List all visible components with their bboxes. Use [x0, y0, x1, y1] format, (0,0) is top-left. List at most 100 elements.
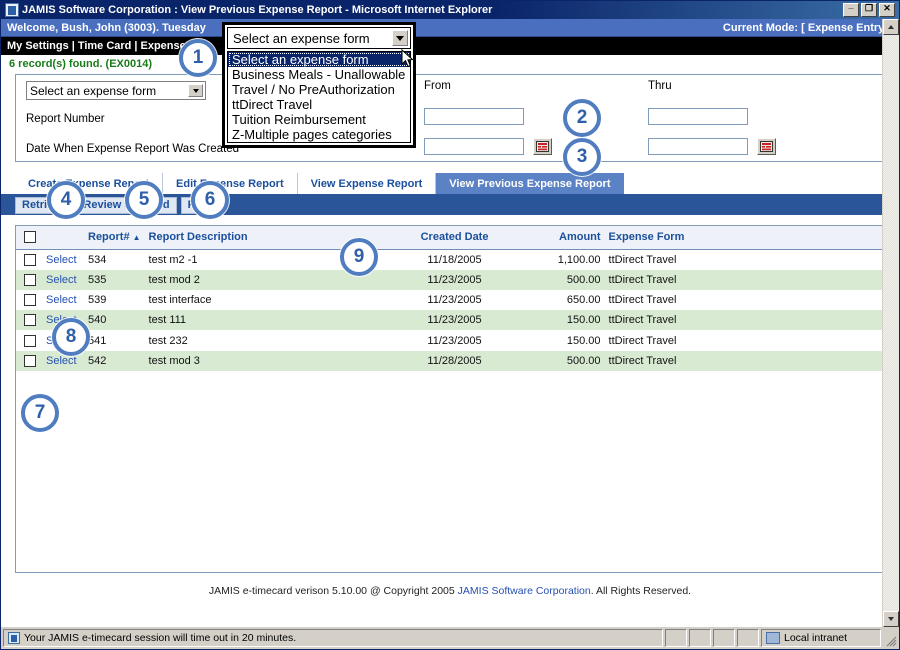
table-row[interactable]: Select 540 test 111 11/23/2005 150.00 tt… [16, 310, 884, 331]
table-row[interactable]: Select 542 test mod 3 11/28/2005 500.00 … [16, 350, 884, 371]
row-checkbox-cell[interactable] [16, 290, 42, 310]
cell-report-description: test 111 [144, 310, 395, 331]
welcome-bar: Welcome, Bush, John (3003). Tuesday Curr… [1, 19, 899, 37]
page-scrollbar[interactable] [882, 19, 899, 627]
dropdown-option-travel-no-preauthorization[interactable]: Travel / No PreAuthorization [228, 82, 410, 97]
scroll-up-button[interactable] [883, 19, 899, 35]
row-checkbox[interactable] [24, 294, 36, 307]
select-link[interactable]: Select [46, 355, 77, 367]
minimize-button[interactable]: _ [843, 0, 859, 17]
tab-view-expense-report[interactable]: View Expense Report [297, 173, 437, 194]
dropdown-option-ttdirect-travel[interactable]: ttDirect Travel [228, 97, 410, 112]
table-row[interactable]: Select 535 test mod 2 11/23/2005 500.00 … [16, 270, 884, 291]
row-checkbox-cell[interactable] [16, 310, 42, 331]
date-thru-input[interactable] [648, 138, 748, 155]
resize-grip[interactable] [883, 629, 897, 647]
row-checkbox-cell[interactable] [16, 330, 42, 350]
expense-form-select[interactable]: Select an expense form [26, 81, 206, 100]
nav-item-time-card[interactable]: Time Card [78, 40, 132, 52]
report-number-label: Report Number [26, 113, 105, 125]
records-found-message: 6 record(s) found. (EX0014) [1, 55, 899, 74]
from-label: From [424, 80, 451, 92]
row-checkbox[interactable] [24, 274, 36, 287]
tab-view-previous-expense-report[interactable]: View Previous Expense Report [436, 173, 624, 194]
maximize-button[interactable]: ❐ [861, 3, 877, 17]
calendar-icon [760, 141, 773, 152]
report-number-from-input[interactable] [424, 108, 524, 125]
tab-edit-expense-report[interactable]: Edit Expense Report [163, 173, 298, 194]
chevron-down-icon[interactable] [392, 30, 408, 46]
dropdown-option-tuition-reimbursement[interactable]: Tuition Reimbursement [228, 112, 410, 127]
nav-separator-2: | [134, 40, 138, 52]
cell-report-number: 539 [88, 294, 107, 307]
scroll-down-button[interactable] [883, 611, 899, 627]
row-select-cell[interactable]: Select [42, 290, 84, 310]
cell-created-date: 11/18/2005 [427, 254, 482, 267]
chevron-down-icon[interactable] [188, 84, 203, 97]
cell-created-date: 11/23/2005 [427, 294, 482, 307]
table-row[interactable]: Select 539 test interface 11/23/2005 650… [16, 290, 884, 310]
row-checkbox-cell[interactable] [16, 270, 42, 291]
row-checkbox[interactable] [24, 354, 36, 367]
page-viewport: Welcome, Bush, John (3003). Tuesday Curr… [1, 19, 899, 627]
cell-expense-form: ttDirect Travel [608, 254, 677, 267]
calendar-icon-from-button[interactable] [533, 138, 552, 155]
select-link[interactable]: Select [46, 254, 77, 266]
nav-separator-1: | [71, 40, 75, 52]
select-link[interactable]: Select [46, 274, 77, 286]
row-checkbox[interactable] [24, 334, 36, 347]
row-checkbox[interactable] [24, 314, 36, 327]
cell-amount: 500.00 [514, 350, 605, 371]
dropdown-option-business-meals-unallowable[interactable]: Business Meals - Unallowable [228, 67, 410, 82]
dropdown-option-list[interactable]: Select an expense form Business Meals - … [227, 51, 411, 143]
select-link[interactable]: Select [46, 294, 77, 306]
dropdown-option-select-an-expense-form[interactable]: Select an expense form [228, 52, 410, 67]
callout-4: 4 [47, 181, 85, 219]
row-checkbox[interactable] [24, 254, 36, 267]
status-bar: Your JAMIS e-timecard session will time … [1, 627, 899, 649]
search-criteria-panel-wrap: Select an expense form Report Number Dat… [1, 74, 899, 162]
callout-8: 8 [52, 318, 90, 356]
browser-window: JAMIS Software Corporation : View Previo… [0, 0, 900, 650]
chevron-up-icon [888, 25, 894, 29]
cell-report-number: 535 [84, 270, 145, 291]
header-report-number[interactable]: Report# ▲ [84, 226, 145, 251]
callout-2: 2 [563, 99, 601, 137]
report-number-thru-input[interactable] [648, 108, 748, 125]
status-message: Your JAMIS e-timecard session will time … [24, 632, 297, 644]
status-message-pane: Your JAMIS e-timecard session will time … [3, 629, 663, 647]
header-report-number-label: Report# [88, 231, 130, 244]
results-table-card: Report# ▲ Report Description Created Dat… [15, 225, 885, 573]
table-header-row: Report# ▲ Report Description Created Dat… [16, 226, 884, 251]
calendar-icon-thru-button[interactable] [757, 138, 776, 155]
callout-7: 7 [21, 394, 59, 432]
header-select-all[interactable] [16, 226, 42, 251]
close-button[interactable]: ✕ [879, 3, 895, 17]
row-checkbox-cell[interactable] [16, 350, 42, 371]
row-checkbox-cell[interactable] [16, 250, 42, 271]
page-icon [8, 632, 20, 644]
security-zone-pane[interactable]: Local intranet [761, 629, 881, 647]
footer-company-link[interactable]: JAMIS Software Corporation [458, 585, 591, 597]
cell-report-description: test mod 3 [144, 350, 395, 371]
table-row[interactable]: Select 534 test m2 -1 11/18/2005 1,100.0… [16, 250, 884, 271]
header-created-date[interactable]: Created Date [394, 226, 515, 251]
nav-item-my-settings[interactable]: My Settings [7, 40, 69, 52]
header-expense-form[interactable]: Expense Form [604, 226, 884, 251]
row-select-cell[interactable]: Select [42, 270, 84, 291]
security-zone-label: Local intranet [784, 632, 848, 644]
table-head: Report# ▲ Report Description Created Dat… [16, 226, 884, 251]
row-select-cell[interactable]: Select [42, 250, 84, 271]
date-from-input[interactable] [424, 138, 524, 155]
header-amount[interactable]: Amount [514, 226, 605, 251]
nav-item-expense[interactable]: Expense [140, 40, 185, 52]
date-created-label: Date When Expense Report Was Created [26, 143, 240, 155]
table-row[interactable]: Select 541 test 232 11/23/2005 150.00 tt… [16, 330, 884, 350]
status-pane-2 [689, 629, 711, 647]
dropdown-closed-display[interactable]: Select an expense form [227, 27, 411, 49]
chevron-down-icon [888, 617, 894, 621]
thru-label: Thru [648, 80, 672, 92]
dropdown-option-z-multiple-pages-categories[interactable]: Z-Multiple pages categories [228, 127, 410, 142]
select-all-checkbox[interactable] [24, 231, 36, 244]
expense-form-dropdown-popup[interactable]: Select an expense form Select an expense… [222, 22, 416, 148]
